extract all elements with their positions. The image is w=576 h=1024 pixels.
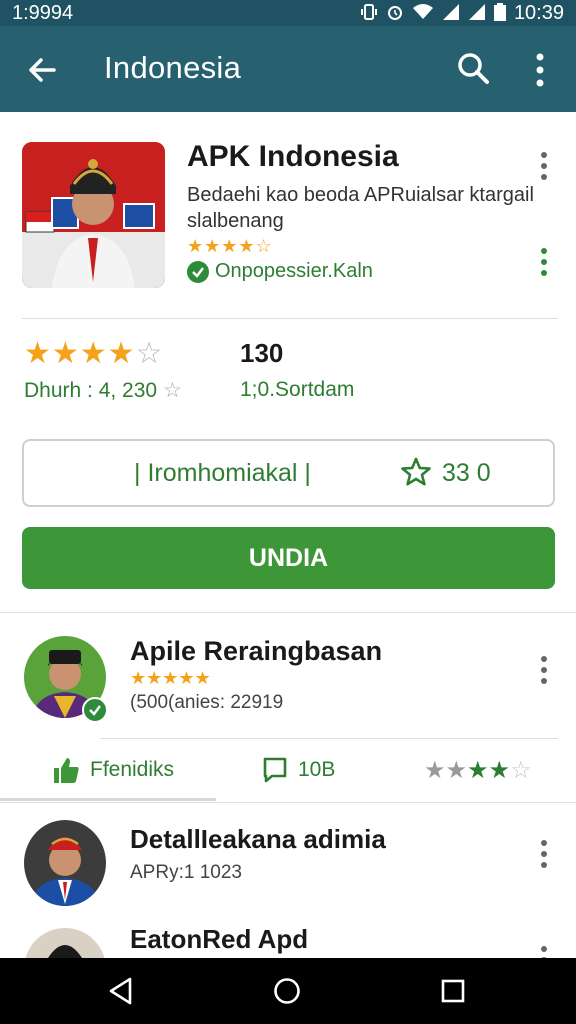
tab-indicator xyxy=(0,798,216,801)
rating-subtext-2: 1;0.Sortdam xyxy=(240,378,355,401)
divider xyxy=(22,318,558,319)
wishlist-count: 33 0 xyxy=(442,459,491,487)
verified-badge-icon xyxy=(82,697,108,723)
divider xyxy=(100,738,558,739)
rating-stars: ★★★★☆ xyxy=(24,337,164,370)
review-meta: (500(anies: 22919 xyxy=(130,692,284,713)
signal-icon xyxy=(468,3,486,24)
section-divider xyxy=(0,802,576,803)
comment-icon xyxy=(263,757,287,783)
battery-icon xyxy=(493,2,506,24)
wishlist-button[interactable]: | Iromhomiakal | 33 0 xyxy=(22,439,555,507)
avatar[interactable] xyxy=(24,820,106,906)
star-outline-icon xyxy=(401,457,431,486)
app-rating-stars: ★★★★☆ xyxy=(187,236,273,256)
nav-back-icon[interactable] xyxy=(106,976,136,1006)
star-outline-icon: ☆ xyxy=(162,379,182,402)
review-stars: ★★★★★ xyxy=(130,668,211,688)
vibrate-icon xyxy=(360,3,378,24)
app-more-icon[interactable] xyxy=(541,152,547,180)
list-item-title[interactable]: EatonRed Apd xyxy=(130,924,308,955)
alarm-icon xyxy=(386,3,404,24)
nav-recents-icon[interactable] xyxy=(438,976,468,1006)
back-arrow-icon[interactable] xyxy=(22,50,62,90)
wishlist-label: | Iromhomiakal | xyxy=(134,459,311,487)
list-item-title[interactable]: DetallIeakana adimia xyxy=(130,824,386,855)
review-rating-stars: ★★★★☆ xyxy=(424,757,532,784)
list-item-meta: APRy:1 1023 xyxy=(130,862,242,883)
app-bar: Indonesia xyxy=(0,26,576,112)
thumbs-up-icon xyxy=(54,758,79,783)
app-options-icon[interactable] xyxy=(541,248,547,276)
check-circle-icon xyxy=(187,260,209,283)
app-title: APK Indonesia xyxy=(187,140,399,173)
install-button[interactable]: UNDIA xyxy=(22,527,555,589)
search-icon[interactable] xyxy=(455,50,491,86)
review-actions: Ffenidiks 10B ★★★★☆ xyxy=(0,742,576,800)
app-description: Bedaehi kao beoda APRuialsar ktargail sl… xyxy=(187,184,534,232)
review-author-name: Apile Reraingbasan xyxy=(130,636,383,666)
wifi-icon xyxy=(412,3,434,24)
more-vert-icon[interactable] xyxy=(528,50,552,90)
status-time-left: 1:9994 xyxy=(12,1,74,24)
nav-home-icon[interactable] xyxy=(272,976,302,1006)
status-time-right: 10:39 xyxy=(513,2,564,24)
review-more-icon[interactable] xyxy=(541,656,547,684)
comment-button[interactable]: 10B xyxy=(262,756,335,784)
status-icons: 10:39 xyxy=(360,2,564,24)
status-bar: 1:9994 10:39 xyxy=(0,0,576,26)
system-nav-bar xyxy=(0,958,576,1024)
rating-count: 130 xyxy=(240,338,284,368)
section-divider xyxy=(0,612,576,613)
verified-label: Onpopessier.Kaln xyxy=(215,260,373,282)
app-icon[interactable] xyxy=(22,142,165,288)
list-item-more-icon[interactable] xyxy=(541,840,547,868)
signal-icon xyxy=(442,3,460,24)
verified-row: Onpopessier.Kaln xyxy=(187,260,373,283)
rating-subtext: Dhurh : 4, 230 ☆ xyxy=(24,379,182,402)
like-button[interactable]: Ffenidiks xyxy=(52,756,174,784)
app-bar-title: Indonesia xyxy=(104,50,242,85)
